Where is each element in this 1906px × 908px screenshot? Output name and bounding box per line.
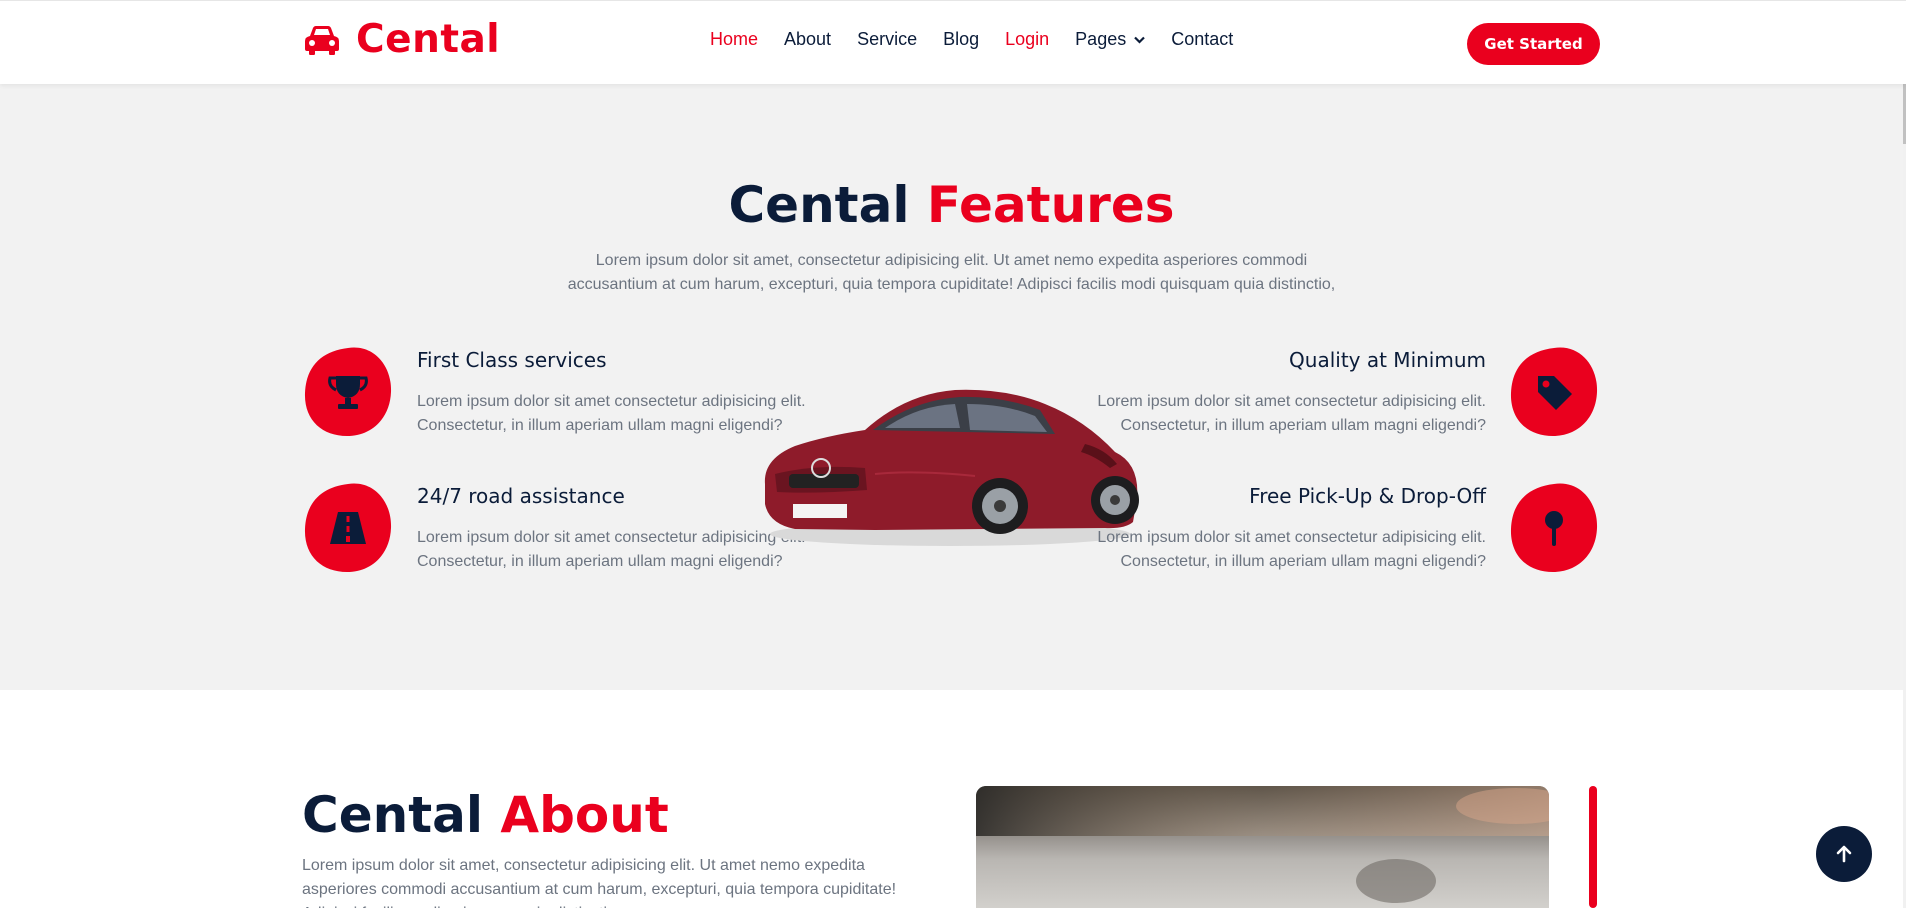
about-title: Cental About xyxy=(302,786,669,844)
nav-item-contact[interactable]: Contact xyxy=(1171,29,1233,50)
nav-item-pages[interactable]: Pages xyxy=(1075,29,1145,50)
nav-item-service[interactable]: Service xyxy=(857,29,917,50)
top-navbar: Cental Home About Service Blog Login Pag… xyxy=(0,0,1906,84)
about-description: Lorem ipsum dolor sit amet, consectetur … xyxy=(302,857,897,908)
road-icon xyxy=(330,512,366,544)
feature-icon-badge xyxy=(302,482,394,574)
about-title-main: Cental xyxy=(302,786,483,844)
blurred-photo xyxy=(976,786,1549,908)
features-title: Cental Features xyxy=(0,176,1903,234)
get-started-button[interactable]: Get Started xyxy=(1467,23,1600,65)
feature-icon-badge xyxy=(1508,346,1600,438)
feature-text: Lorem ipsum dolor sit amet consectetur a… xyxy=(1097,393,1486,434)
about-section: Cental About Lorem ipsum dolor sit amet,… xyxy=(0,690,1903,908)
brand-name: Cental xyxy=(356,17,501,62)
about-title-accent: About xyxy=(500,786,669,844)
feature-title: Quality at Minimum xyxy=(1289,348,1486,372)
arrow-up-icon xyxy=(1836,845,1852,863)
feature-icon-badge xyxy=(302,346,394,438)
nav-item-pages-label: Pages xyxy=(1075,29,1127,49)
brand-logo[interactable]: Cental xyxy=(302,17,500,62)
car-icon xyxy=(305,25,339,55)
map-pin-icon xyxy=(1545,511,1563,546)
accent-bar xyxy=(1589,786,1597,908)
features-title-accent: Features xyxy=(926,176,1175,234)
main-nav: Home About Service Blog Login Pages Cont… xyxy=(710,29,1259,50)
feature-pickup-dropoff: Free Pick-Up & Drop-Off Lorem ipsum dolo… xyxy=(1086,484,1486,574)
nav-item-login[interactable]: Login xyxy=(1005,29,1049,50)
feature-icon-badge xyxy=(1508,482,1600,574)
feature-title: Free Pick-Up & Drop-Off xyxy=(1249,484,1486,508)
feature-quality: Quality at Minimum Lorem ipsum dolor sit… xyxy=(1086,348,1486,438)
chevron-down-icon xyxy=(1134,36,1145,44)
trophy-icon xyxy=(328,376,368,409)
tag-icon xyxy=(1538,376,1572,410)
nav-item-about[interactable]: About xyxy=(784,29,831,50)
features-description: Lorem ipsum dolor sit amet, consectetur … xyxy=(567,252,1336,293)
features-title-main: Cental xyxy=(728,176,910,234)
back-to-top-button[interactable] xyxy=(1816,826,1872,882)
about-image xyxy=(976,786,1549,908)
features-section: Cental Features Lorem ipsum dolor sit am… xyxy=(0,84,1903,690)
nav-item-home[interactable]: Home xyxy=(710,29,758,50)
feature-text: Lorem ipsum dolor sit amet consectetur a… xyxy=(1097,529,1486,570)
nav-item-blog[interactable]: Blog xyxy=(943,29,979,50)
